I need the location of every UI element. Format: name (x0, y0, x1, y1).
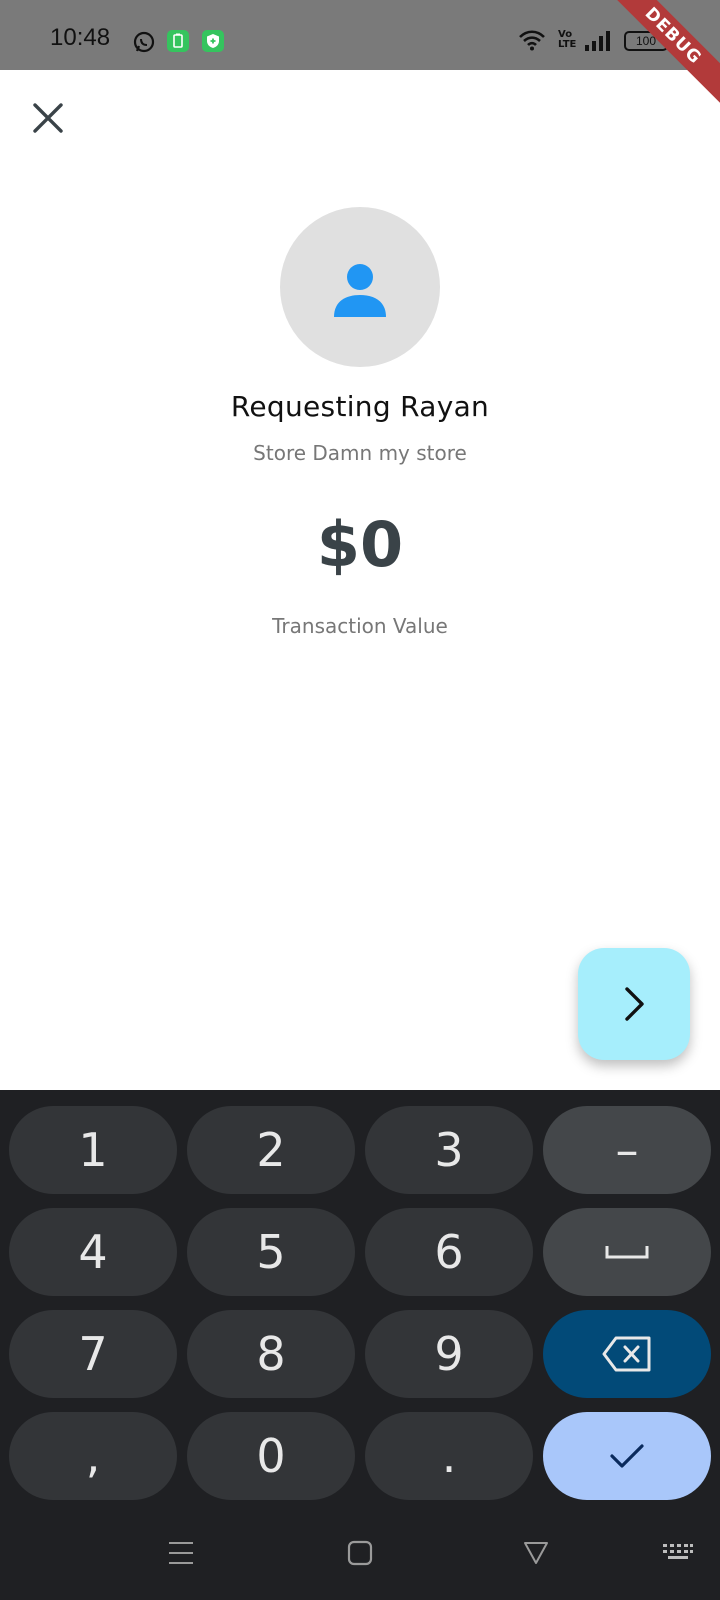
amount-value: $0 (316, 508, 404, 581)
key-comma[interactable]: , (9, 1412, 177, 1500)
amount-caption: Transaction Value (272, 614, 448, 638)
chevron-right-icon (625, 987, 644, 1021)
status-bar: 10:48 Vo LTE 100 DEBUG (0, 0, 720, 107)
key-backspace[interactable] (543, 1310, 711, 1398)
backspace-icon (602, 1336, 651, 1372)
key-8[interactable]: 8 (187, 1310, 355, 1398)
key-6[interactable]: 6 (365, 1208, 533, 1296)
key-4[interactable]: 4 (9, 1208, 177, 1296)
person-icon (334, 264, 386, 317)
close-icon (33, 103, 63, 133)
shield-app-icon (202, 30, 224, 52)
keyboard-icon[interactable] (662, 1540, 694, 1566)
next-button[interactable] (578, 948, 690, 1060)
menu-icon[interactable] (168, 1540, 194, 1566)
wifi-icon (519, 30, 545, 51)
whatsapp-icon (133, 31, 155, 53)
key-7[interactable]: 7 (9, 1310, 177, 1398)
key-2[interactable]: 2 (187, 1106, 355, 1194)
debug-banner: DEBUG (602, 0, 720, 107)
space-icon (605, 1246, 649, 1259)
battery-saver-app-icon (167, 30, 189, 52)
key-1[interactable]: 1 (9, 1106, 177, 1194)
system-nav-bar (0, 1510, 720, 1600)
request-title: Requesting Rayan (230, 390, 490, 423)
status-time: 10:48 (50, 24, 111, 51)
key-3[interactable]: 3 (365, 1106, 533, 1194)
key-minus[interactable]: – (543, 1106, 711, 1194)
key-5[interactable]: 5 (187, 1208, 355, 1296)
key-space[interactable] (543, 1208, 711, 1296)
store-name: Store Damn my store (253, 441, 467, 465)
avatar (280, 207, 440, 367)
key-dot[interactable]: . (365, 1412, 533, 1500)
checkmark-icon (610, 1444, 644, 1468)
key-9[interactable]: 9 (365, 1310, 533, 1398)
volte-icon: Vo LTE (558, 29, 577, 50)
close-button[interactable] (26, 96, 70, 140)
home-icon[interactable] (347, 1540, 373, 1566)
signal-icon (585, 31, 610, 51)
back-icon[interactable] (523, 1540, 549, 1566)
key-done[interactable] (543, 1412, 711, 1500)
key-0[interactable]: 0 (187, 1412, 355, 1500)
